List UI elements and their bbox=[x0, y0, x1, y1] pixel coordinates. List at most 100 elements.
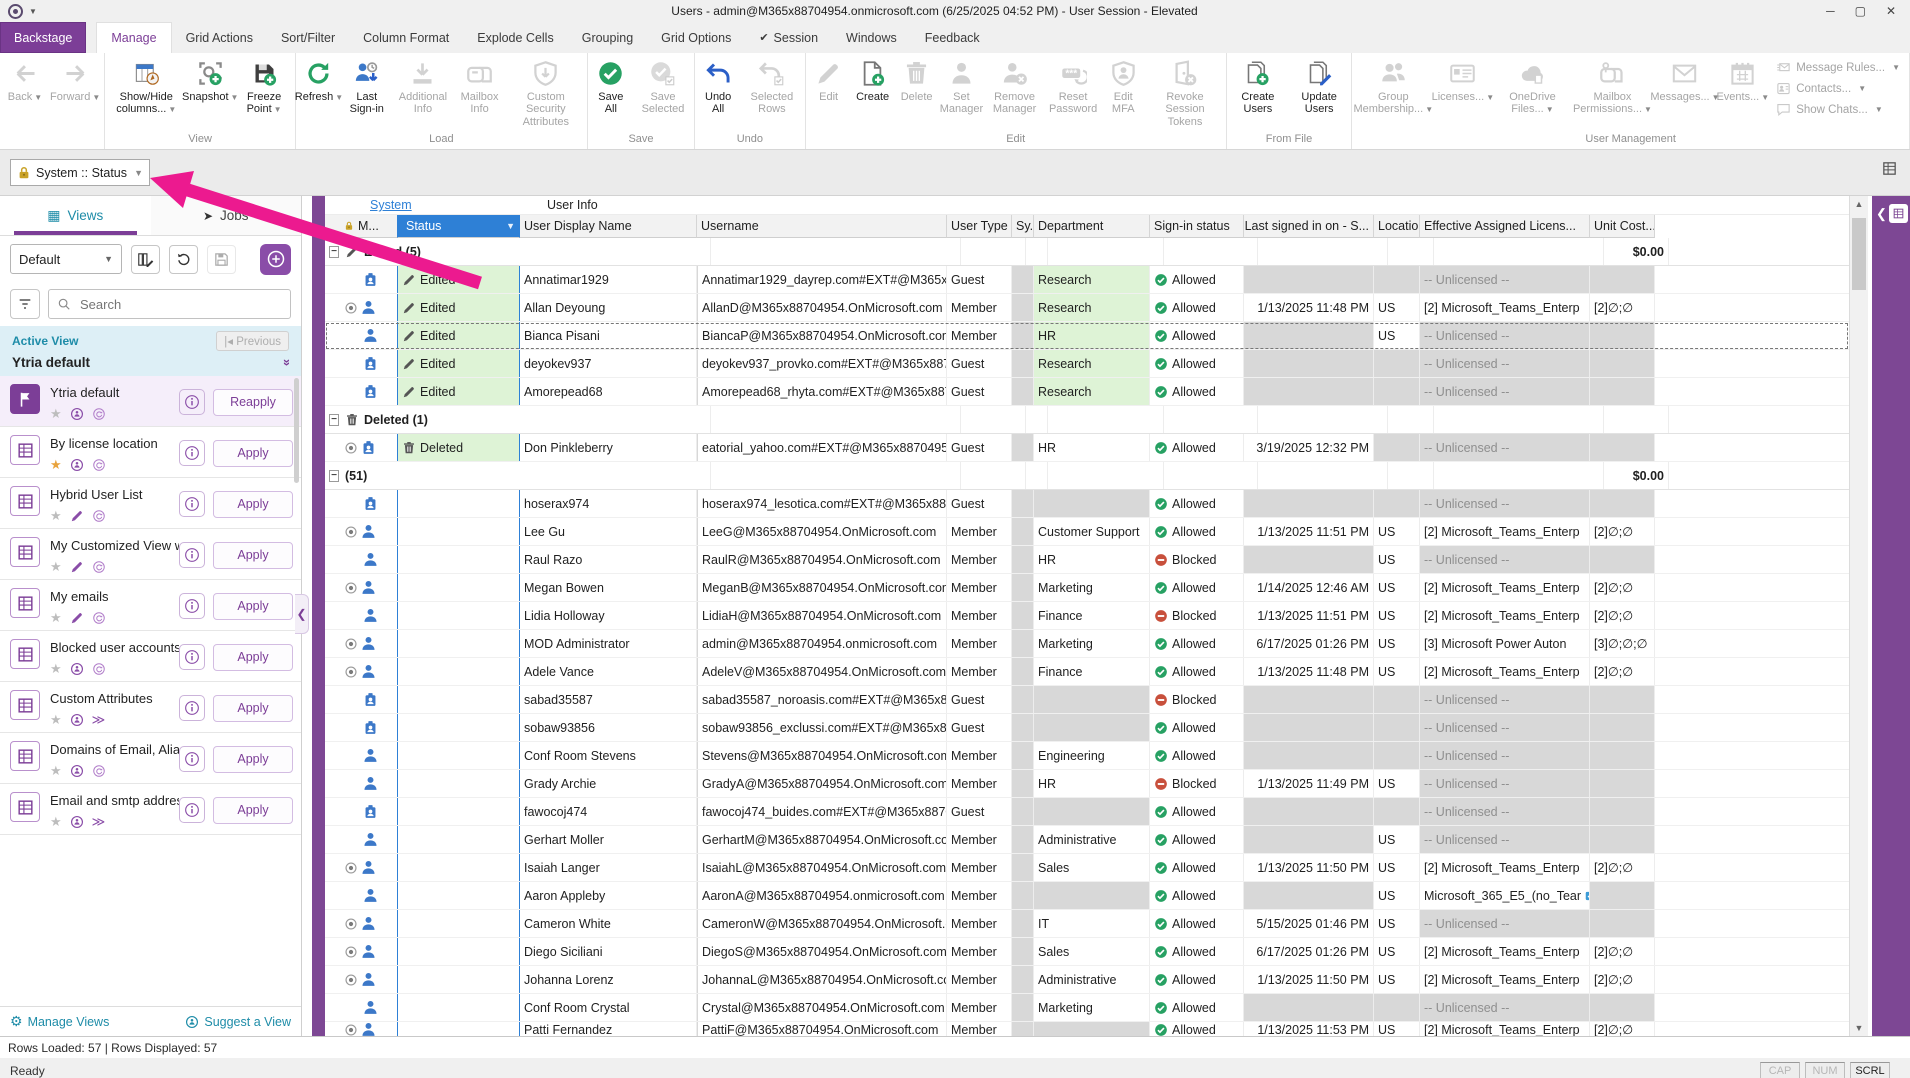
info-icon[interactable] bbox=[179, 491, 205, 517]
search-input[interactable] bbox=[78, 296, 282, 313]
tab-views[interactable]: ▦ Views bbox=[0, 196, 151, 235]
tab-feedback[interactable]: Feedback bbox=[911, 22, 994, 53]
save-view-button[interactable] bbox=[207, 245, 236, 274]
user-row-cameron-white[interactable]: Cameron WhiteCameronW@M365x88704954.OnMi… bbox=[325, 910, 1849, 938]
previous-view-button[interactable]: |◂ Previous bbox=[216, 331, 289, 351]
view-item-ytria-default[interactable]: Ytria default★Reapply bbox=[0, 376, 301, 427]
custom-security-attributes-button[interactable]: Custom Security Attributes bbox=[506, 54, 586, 128]
edit-mfa-button[interactable]: Edit MFA bbox=[1101, 54, 1145, 116]
user-row-annatimar1929[interactable]: EditedAnnatimar1929Annatimar1929_dayrep.… bbox=[325, 266, 1849, 294]
favorite-star-icon[interactable]: ★ bbox=[50, 712, 62, 728]
column-header-status[interactable]: Status▼ bbox=[397, 215, 520, 238]
remove-manager-button[interactable]: Remove Manager bbox=[984, 54, 1045, 116]
last-sign-in-button[interactable]: Last Sign-in bbox=[341, 54, 393, 116]
user-row-johanna-lorenz[interactable]: Johanna LorenzJohannaL@M365x88704954.OnM… bbox=[325, 966, 1849, 994]
quick-access-chevron-icon[interactable]: ▼ bbox=[29, 7, 37, 16]
refresh-button[interactable]: Refresh▼ bbox=[297, 54, 341, 103]
group-row-edited-5[interactable]: −Edited (5)$0.00 bbox=[325, 238, 1849, 266]
column-header-username[interactable]: Username bbox=[697, 215, 947, 238]
info-icon[interactable] bbox=[179, 593, 205, 619]
tab-session[interactable]: ✔Session bbox=[745, 22, 832, 53]
filter-icon[interactable] bbox=[10, 289, 40, 319]
user-row-raul-razo[interactable]: Raul RazoRaulR@M365x88704954.OnMicrosoft… bbox=[325, 546, 1849, 574]
user-row-sobaw93856[interactable]: sobaw93856sobaw93856_exclussi.com#EXT#@M… bbox=[325, 714, 1849, 742]
user-row-megan-bowen[interactable]: Megan BowenMeganB@M365x88704954.OnMicros… bbox=[325, 574, 1849, 602]
column-header-locked[interactable] bbox=[383, 215, 397, 238]
tab-grid-actions[interactable]: Grid Actions bbox=[172, 22, 267, 53]
additional-info-button[interactable]: Additional Info bbox=[393, 54, 454, 116]
messages-button[interactable]: Messages...▼ bbox=[1652, 54, 1717, 103]
favorite-star-icon[interactable]: ★ bbox=[50, 610, 62, 626]
snapshot-button[interactable]: Snapshot▼ bbox=[186, 54, 234, 103]
info-icon[interactable] bbox=[179, 644, 205, 670]
user-row-deyokev937[interactable]: Editeddeyokev937deyokev937_provko.com#EX… bbox=[325, 350, 1849, 378]
apply-button[interactable]: Apply bbox=[213, 440, 293, 467]
collapse-group-icon[interactable]: − bbox=[329, 246, 339, 258]
apply-button[interactable]: Apply bbox=[213, 644, 293, 671]
info-icon[interactable] bbox=[179, 542, 205, 568]
column-header-display-name[interactable]: User Display Name bbox=[520, 215, 697, 238]
column-header-m[interactable]: M... bbox=[343, 215, 383, 238]
onedrive-files-button[interactable]: OneDrive Files...▼ bbox=[1492, 54, 1572, 116]
tab-sort-filter[interactable]: Sort/Filter bbox=[267, 22, 349, 53]
group-row-51[interactable]: −(51)$0.00 bbox=[325, 462, 1849, 490]
column-header-last-signed-in[interactable]: Last signed in on - S... bbox=[1244, 215, 1374, 238]
collapse-section-icon[interactable]: « bbox=[278, 359, 293, 366]
band-user-info[interactable]: User Info bbox=[547, 198, 598, 212]
suggest-view-button[interactable]: Suggest a View bbox=[185, 1015, 291, 1029]
reapply-button[interactable]: Reapply bbox=[213, 389, 293, 416]
favorite-star-icon[interactable]: ★ bbox=[50, 559, 62, 575]
tab-jobs[interactable]: ➤ Jobs bbox=[151, 196, 302, 235]
group-row-deleted-1[interactable]: −Deleted (1) bbox=[325, 406, 1849, 434]
apply-button[interactable]: Apply bbox=[213, 542, 293, 569]
info-icon[interactable] bbox=[179, 746, 205, 772]
view-item-email-and-smtp-addresses[interactable]: Email and smtp addresses★≫Apply bbox=[0, 784, 301, 835]
user-row-bianca-pisani[interactable]: EditedBianca PisaniBiancaP@M365x88704954… bbox=[325, 322, 1849, 350]
view-preset-dropdown[interactable]: Default ▼ bbox=[10, 244, 122, 274]
grid-tools-icon[interactable] bbox=[1881, 160, 1898, 177]
sidebar-collapse-handle[interactable]: ❮ bbox=[295, 594, 309, 634]
user-row-conf-room-crystal[interactable]: Conf Room CrystalCrystal@M365x88704954.O… bbox=[325, 994, 1849, 1022]
create-users-button[interactable]: Create Users bbox=[1228, 54, 1288, 116]
user-row-mod-administrator[interactable]: MOD Administratoradmin@M365x88704954.onm… bbox=[325, 630, 1849, 658]
collapse-group-icon[interactable]: − bbox=[329, 414, 339, 426]
view-item-blocked-user-accounts[interactable]: Blocked user accounts★Apply bbox=[0, 631, 301, 682]
user-row-hoserax974[interactable]: hoserax974hoserax974_lesotica.com#EXT#@M… bbox=[325, 490, 1849, 518]
maximize-button[interactable]: ▢ bbox=[1855, 4, 1866, 18]
user-row-amorepead68[interactable]: EditedAmorepead68Amorepead68_rhyta.com#E… bbox=[325, 378, 1849, 406]
user-row-aaron-appleby[interactable]: Aaron ApplebyAaronA@M365x88704954.onmicr… bbox=[325, 882, 1849, 910]
selected-rows-button[interactable]: Selected Rows bbox=[740, 54, 803, 116]
apply-button[interactable]: Apply bbox=[213, 491, 293, 518]
freeze-point-button[interactable]: Freeze Point▼ bbox=[234, 54, 294, 116]
column-header-user-type[interactable]: User Type bbox=[947, 215, 1012, 238]
add-view-button[interactable] bbox=[260, 244, 291, 275]
message-rules-button[interactable]: Message Rules...▼ bbox=[1776, 60, 1900, 75]
user-row-isaiah-langer[interactable]: Isaiah LangerIsaiahL@M365x88704954.OnMic… bbox=[325, 854, 1849, 882]
user-row-gerhart-moller[interactable]: Gerhart MollerGerhartM@M365x88704954.OnM… bbox=[325, 826, 1849, 854]
save-all-button[interactable]: Save All bbox=[589, 54, 633, 116]
grid-vertical-scrollbar[interactable]: ▲ ▼ bbox=[1849, 196, 1868, 1036]
expand-right-panel-button[interactable]: ❮ bbox=[1876, 204, 1908, 223]
contacts-button[interactable]: Contacts...▼ bbox=[1776, 81, 1900, 96]
column-header-sy[interactable]: Sy... bbox=[1012, 215, 1034, 238]
column-header-unit-cost[interactable]: Unit Cost... bbox=[1590, 215, 1655, 238]
user-row-adele-vance[interactable]: Adele VanceAdeleV@M365x88704954.OnMicros… bbox=[325, 658, 1849, 686]
minimize-button[interactable]: ─ bbox=[1826, 4, 1835, 18]
tab-backstage[interactable]: Backstage bbox=[0, 22, 86, 53]
view-item-domains-of-email-aliases-and-othe[interactable]: Domains of Email, Aliases and othe...★Ap… bbox=[0, 733, 301, 784]
user-row-sabad35587[interactable]: sabad35587sabad35587_noroasis.com#EXT#@M… bbox=[325, 686, 1849, 714]
show-chats-button[interactable]: Show Chats...▼ bbox=[1776, 102, 1900, 117]
column-header-location[interactable]: Locatio... bbox=[1374, 215, 1420, 238]
reset-password-button[interactable]: ***Reset Password bbox=[1045, 54, 1101, 116]
show-hide-columns-button[interactable]: Show/Hide columns...▼ bbox=[106, 54, 186, 116]
user-row-don-pinkleberry[interactable]: DeletedDon Pinkleberryeatorial_yahoo.com… bbox=[325, 434, 1849, 462]
scrollbar-thumb[interactable] bbox=[1852, 218, 1866, 290]
tab-explode-cells[interactable]: Explode Cells bbox=[463, 22, 567, 53]
favorite-star-icon[interactable]: ★ bbox=[50, 814, 62, 830]
tab-grouping[interactable]: Grouping bbox=[568, 22, 647, 53]
favorite-star-icon[interactable]: ★ bbox=[50, 406, 62, 422]
save-selected-button[interactable]: Save Selected bbox=[633, 54, 693, 116]
band-system[interactable]: System bbox=[370, 198, 412, 212]
favorite-star-icon[interactable]: ★ bbox=[50, 457, 62, 473]
mailbox-permissions-button[interactable]: Mailbox Permissions...▼ bbox=[1572, 54, 1652, 116]
